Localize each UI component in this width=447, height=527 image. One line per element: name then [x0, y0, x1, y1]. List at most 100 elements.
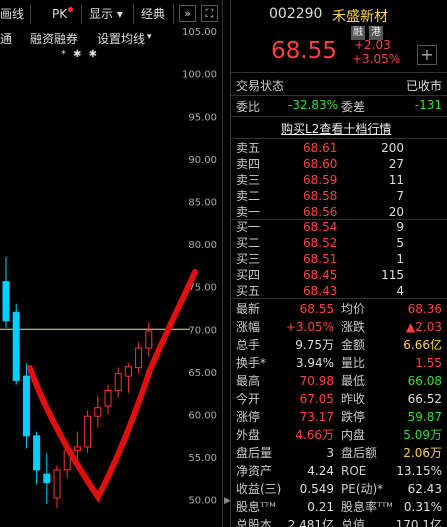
order-ratio-row: 委比 -32.83% 委差 -131: [231, 97, 447, 115]
candle-body: [94, 407, 102, 417]
trade-status-label: 交易状态: [236, 79, 285, 93]
bid-row[interactable]: 买一 68.54 9: [231, 220, 447, 235]
stat-label: 涨停: [236, 410, 261, 424]
stat-label: 金额: [341, 338, 366, 352]
stock-name[interactable]: 禾盛新材: [332, 6, 388, 26]
stat-value: ▲2.03: [406, 320, 442, 334]
stat-row: 盘后量 3 盘后额 2.06万: [231, 445, 447, 461]
stat-row: 净资产 4.24 ROE 13.15%: [231, 463, 447, 479]
stat-value: 9.75万: [295, 338, 334, 352]
y-axis-label: 65.00: [188, 368, 217, 379]
stat-label: 最高: [236, 374, 261, 388]
bid-level-label: 买四: [236, 268, 261, 282]
stat-value: 67.05: [299, 392, 334, 406]
candle-body: [73, 446, 81, 451]
candle-body: [2, 281, 10, 322]
stat-value: 4.24: [307, 464, 334, 478]
ask-row[interactable]: 卖三 68.59 11: [231, 173, 447, 188]
candle-body: [22, 375, 30, 437]
bid-price: 68.45: [303, 268, 338, 282]
ask-price: 68.56: [303, 205, 338, 219]
panel-splitter[interactable]: ▶: [222, 0, 231, 527]
stat-row: 总股本 2.481亿 总值 170.1亿: [231, 517, 447, 527]
kline-panel[interactable]: 105.00 100.00 95.00 90.00 85.00 80.00 75.00 70.…: [0, 0, 222, 527]
fullscreen-icon[interactable]: ⛶: [201, 5, 218, 22]
stat-label: 总值: [341, 518, 366, 527]
kline-chart[interactable]: 105.00100.0095.0090.0085.0080.0075.0070.…: [0, 0, 222, 527]
bid-row[interactable]: 买五 68.43 4: [231, 284, 447, 299]
chart-toolbar: 画线 PK 显示 ▾ 经典 » ⛶: [0, 0, 222, 27]
stat-label: 最低: [341, 374, 366, 388]
stat-value: 6.66亿: [403, 338, 442, 352]
ask-volume: 7: [396, 189, 404, 203]
stat-value: 73.17: [299, 410, 334, 424]
stat-value: 70.98: [299, 374, 334, 388]
stat-value: 5.09万: [403, 428, 442, 442]
order-diff-value: -131: [414, 98, 442, 112]
ask-volume: 27: [388, 157, 404, 171]
y-axis-label: 80.00: [188, 240, 217, 251]
stat-row: 收益(三) 0.549 PE(动)* 62.43: [231, 481, 447, 497]
candle-body: [135, 347, 143, 369]
y-axis-label: 70.00: [188, 325, 217, 336]
y-axis-label: 85.00: [188, 198, 217, 209]
margin-trading-tab[interactable]: 融资融券: [30, 30, 78, 47]
stat-label: 昨收: [341, 392, 366, 406]
ask-level-label: 卖五: [236, 141, 261, 155]
ask-row[interactable]: 卖五 68.61 200: [231, 141, 447, 156]
forward-icon[interactable]: »: [179, 5, 196, 22]
ask-level-label: 卖四: [236, 157, 261, 171]
ma-dropdown-icon[interactable]: ▾: [147, 32, 152, 42]
pk-label: PK: [52, 7, 68, 21]
add-watchlist-button[interactable]: +: [417, 45, 437, 65]
ask-level-label: 卖三: [236, 173, 261, 187]
stat-value: 0.549: [299, 482, 334, 496]
price-change: +2.03: [354, 38, 391, 52]
stat-value: 2.481亿: [287, 518, 334, 527]
ask-price: 68.58: [303, 189, 338, 203]
stat-row: 涨幅 +3.05% 涨跌 ▲2.03: [231, 319, 447, 335]
classic-button[interactable]: 经典: [141, 4, 165, 24]
ask-volume: 200: [381, 141, 404, 155]
candle-body: [33, 435, 41, 471]
stat-value: 1.55: [415, 356, 442, 370]
chevron-down-icon: ▾: [116, 7, 123, 21]
draw-line-tool[interactable]: 画线: [0, 4, 24, 24]
ask-row[interactable]: 卖二 68.58 7: [231, 189, 447, 204]
candle-body: [12, 311, 20, 381]
order-ratio-label: 委比: [236, 100, 261, 114]
bid-volume: 4: [396, 284, 404, 298]
stat-label: 外盘: [236, 428, 261, 442]
bid-row[interactable]: 买二 68.52 5: [231, 236, 447, 251]
stat-value: 2.06万: [403, 446, 442, 460]
bid-row[interactable]: 买四 68.45 115: [231, 268, 447, 283]
bid-level-label: 买二: [236, 236, 261, 250]
y-axis-label: 90.00: [188, 155, 217, 166]
buy-l2-link[interactable]: 购买L2查看十档行情: [281, 120, 391, 137]
chart-subbar: 通 融资融券 设置均线 ▾: [0, 27, 222, 49]
price-change-percent: +3.05%: [352, 52, 401, 66]
subbar-item[interactable]: 通: [0, 30, 12, 47]
pk-button[interactable]: PK: [52, 4, 74, 24]
stat-label: 均价: [341, 302, 366, 316]
ask-price: 68.59: [303, 173, 338, 187]
stat-value: 3: [326, 446, 334, 460]
stat-row: 涨停 73.17 跌停 59.87: [231, 409, 447, 425]
stat-label: 盘后量: [236, 446, 273, 460]
candle-body: [124, 366, 132, 377]
bid-volume: 5: [396, 236, 404, 250]
bid-level-label: 买五: [236, 284, 261, 298]
stock-code: 002290: [269, 6, 323, 22]
bid-row[interactable]: 买三 68.51 1: [231, 252, 447, 267]
y-axis-label: 60.00: [188, 411, 217, 422]
display-menu[interactable]: 显示 ▾: [89, 4, 123, 24]
candle-body: [53, 469, 61, 499]
y-axis-label: 55.00: [188, 453, 217, 464]
ask-level-label: 卖二: [236, 189, 261, 203]
bid-price: 68.52: [303, 236, 338, 250]
ma-settings-button[interactable]: 设置均线: [97, 30, 145, 47]
stat-label: 换手*: [236, 356, 267, 370]
ask-row[interactable]: 卖一 68.56 20: [231, 205, 447, 220]
ask-row[interactable]: 卖四 68.60 27: [231, 157, 447, 172]
candle-body: [84, 415, 92, 448]
